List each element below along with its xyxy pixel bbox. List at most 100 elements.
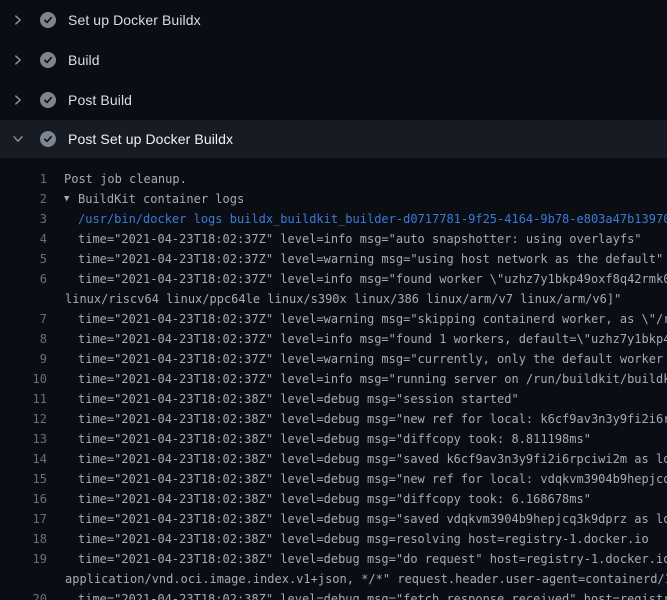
check-circle-icon xyxy=(40,12,56,28)
log-line-text: time="2021-04-23T18:02:38Z" level=debug … xyxy=(78,529,649,549)
log-line-text: time="2021-04-23T18:02:38Z" level=debug … xyxy=(78,589,667,600)
log-line-text: time="2021-04-23T18:02:38Z" level=debug … xyxy=(78,469,667,489)
log-line-number[interactable]: 10 xyxy=(0,369,47,389)
log-line-number[interactable]: 3 xyxy=(0,209,47,229)
log-indent xyxy=(47,409,78,429)
log-line: 19 time="2021-04-23T18:02:38Z" level=deb… xyxy=(0,549,667,569)
log-line-number[interactable]: 6 xyxy=(0,269,47,289)
log-indent xyxy=(47,289,65,309)
log-line: 5 time="2021-04-23T18:02:37Z" level=warn… xyxy=(0,249,667,269)
log-line-number[interactable]: 14 xyxy=(0,449,47,469)
log-indent xyxy=(47,529,78,549)
step-header-row[interactable]: Set up Docker Buildx xyxy=(0,0,667,40)
log-line-number[interactable]: 18 xyxy=(0,529,47,549)
log-indent xyxy=(47,369,78,389)
log-line-text: time="2021-04-23T18:02:37Z" level=warnin… xyxy=(78,309,667,329)
log-line-number[interactable]: 16 xyxy=(0,489,47,509)
log-line-number[interactable]: 12 xyxy=(0,409,47,429)
log-line: application/vnd.oci.image.index.v1+json,… xyxy=(0,569,667,589)
log-line-number[interactable]: 13 xyxy=(0,429,47,449)
chevron-right-icon xyxy=(10,52,26,68)
step-header-row[interactable]: Post Build xyxy=(0,80,667,120)
step-label: Post Build xyxy=(68,92,132,108)
log-line: 1 Post job cleanup. xyxy=(0,169,667,189)
log-line: 16 time="2021-04-23T18:02:38Z" level=deb… xyxy=(0,489,667,509)
log-indent xyxy=(47,509,78,529)
log-line-text: time="2021-04-23T18:02:38Z" level=debug … xyxy=(78,409,667,429)
step-label: Post Set up Docker Buildx xyxy=(68,131,233,147)
workflow-log-panel: Set up Docker Buildx Build P xyxy=(0,0,667,600)
log-line-text: time="2021-04-23T18:02:38Z" level=debug … xyxy=(78,549,667,569)
log-line-text: time="2021-04-23T18:02:38Z" level=debug … xyxy=(78,509,667,529)
log-indent xyxy=(47,549,78,569)
log-line: 17 time="2021-04-23T18:02:38Z" level=deb… xyxy=(0,509,667,529)
log-line-text: time="2021-04-23T18:02:37Z" level=warnin… xyxy=(78,249,663,269)
log-line: 15 time="2021-04-23T18:02:38Z" level=deb… xyxy=(0,469,667,489)
chevron-right-icon xyxy=(10,92,26,108)
log-indent xyxy=(47,329,78,349)
step-header-row[interactable]: Post Set up Docker Buildx xyxy=(0,120,667,158)
log-indent xyxy=(47,589,78,600)
log-line-text: time="2021-04-23T18:02:38Z" level=debug … xyxy=(78,429,591,449)
log-line: 11 time="2021-04-23T18:02:38Z" level=deb… xyxy=(0,389,667,409)
log-indent xyxy=(47,429,78,449)
step-label: Build xyxy=(68,52,100,68)
log-line-text: Post job cleanup. xyxy=(64,169,187,189)
log-line: 18 time="2021-04-23T18:02:38Z" level=deb… xyxy=(0,529,667,549)
step-header-row[interactable]: Build xyxy=(0,40,667,80)
log-line-number[interactable] xyxy=(0,569,47,589)
check-circle-icon xyxy=(40,92,56,108)
group-collapse-icon[interactable]: ▼ xyxy=(47,189,78,209)
log-indent xyxy=(47,469,78,489)
log-indent xyxy=(47,389,78,409)
log-line: 13 time="2021-04-23T18:02:38Z" level=deb… xyxy=(0,429,667,449)
log-line-number[interactable]: 2 xyxy=(0,189,47,209)
log-line-number[interactable]: 7 xyxy=(0,309,47,329)
log-view: 1 Post job cleanup. 2 ▼ BuildKit contain… xyxy=(0,158,667,600)
log-line-text: time="2021-04-23T18:02:38Z" level=debug … xyxy=(78,489,591,509)
log-indent xyxy=(47,209,78,229)
log-indent xyxy=(47,569,65,589)
log-line: 12 time="2021-04-23T18:02:38Z" level=deb… xyxy=(0,409,667,429)
log-indent xyxy=(47,169,64,189)
log-line: 6 time="2021-04-23T18:02:37Z" level=info… xyxy=(0,269,667,289)
log-line: 2 ▼ BuildKit container logs xyxy=(0,189,667,209)
log-line-number[interactable]: 15 xyxy=(0,469,47,489)
chevron-down-icon xyxy=(10,131,26,147)
log-indent xyxy=(47,349,78,369)
log-line-text: application/vnd.oci.image.index.v1+json,… xyxy=(65,569,667,589)
log-line: 7 time="2021-04-23T18:02:37Z" level=warn… xyxy=(0,309,667,329)
log-line-number[interactable]: 11 xyxy=(0,389,47,409)
steps-list: Set up Docker Buildx Build P xyxy=(0,0,667,158)
log-line-text: time="2021-04-23T18:02:37Z" level=info m… xyxy=(78,369,667,389)
log-line-number[interactable]: 9 xyxy=(0,349,47,369)
check-circle-icon xyxy=(40,52,56,68)
log-line: 4 time="2021-04-23T18:02:37Z" level=info… xyxy=(0,229,667,249)
log-line: 9 time="2021-04-23T18:02:37Z" level=warn… xyxy=(0,349,667,369)
step-label: Set up Docker Buildx xyxy=(68,12,201,28)
log-line: 10 time="2021-04-23T18:02:37Z" level=inf… xyxy=(0,369,667,389)
log-line-number[interactable] xyxy=(0,289,47,309)
log-line: 8 time="2021-04-23T18:02:37Z" level=info… xyxy=(0,329,667,349)
log-indent xyxy=(47,249,78,269)
log-line-text: time="2021-04-23T18:02:37Z" level=info m… xyxy=(78,269,667,289)
log-line-text: /usr/bin/docker logs buildx_buildkit_bui… xyxy=(78,209,667,229)
log-line-text: time="2021-04-23T18:02:38Z" level=debug … xyxy=(78,389,519,409)
log-line-number[interactable]: 5 xyxy=(0,249,47,269)
log-line-text: BuildKit container logs xyxy=(78,189,244,209)
log-line-number[interactable]: 1 xyxy=(0,169,47,189)
log-line-text: time="2021-04-23T18:02:37Z" level=info m… xyxy=(78,329,667,349)
log-line-number[interactable]: 4 xyxy=(0,229,47,249)
log-indent xyxy=(47,309,78,329)
log-line-number[interactable]: 17 xyxy=(0,509,47,529)
log-line-number[interactable]: 8 xyxy=(0,329,47,349)
log-line-number[interactable]: 19 xyxy=(0,549,47,569)
log-indent xyxy=(47,229,78,249)
check-circle-icon xyxy=(40,131,56,147)
log-line-number[interactable]: 20 xyxy=(0,589,47,600)
log-line: 14 time="2021-04-23T18:02:38Z" level=deb… xyxy=(0,449,667,469)
log-line: linux/riscv64 linux/ppc64le linux/s390x … xyxy=(0,289,667,309)
log-line-text: time="2021-04-23T18:02:38Z" level=debug … xyxy=(78,449,667,469)
log-indent xyxy=(47,449,78,469)
log-line: 3 /usr/bin/docker logs buildx_buildkit_b… xyxy=(0,209,667,229)
